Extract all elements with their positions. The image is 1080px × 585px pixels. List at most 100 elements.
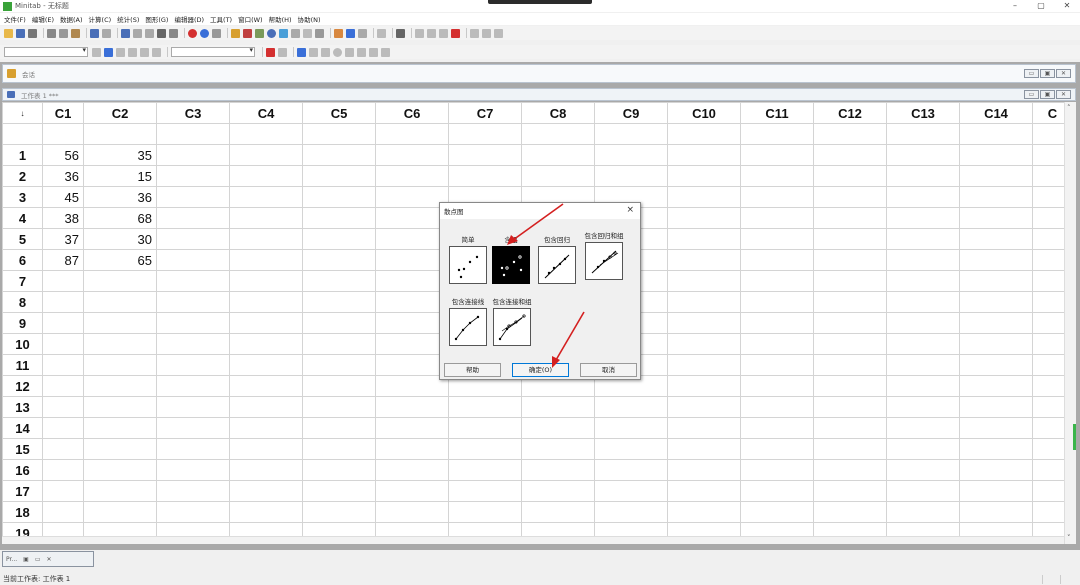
column-header[interactable]: C11 [740,102,814,124]
worksheet-combo[interactable] [4,46,88,57]
cut-icon[interactable] [47,28,56,38]
data-cell[interactable] [375,396,449,418]
simple-scatter-thumbnail[interactable] [449,246,487,284]
data-cell[interactable] [229,228,303,250]
history-icon[interactable] [255,28,264,38]
delete-line-icon[interactable] [482,28,491,38]
open-icon[interactable] [4,28,13,38]
data-cell[interactable] [886,375,960,397]
column-header[interactable]: C1 [42,102,84,124]
data-cell[interactable] [229,417,303,439]
undo-icon[interactable] [90,28,99,38]
data-cell[interactable] [740,249,814,271]
column-name-cell[interactable] [959,123,1033,145]
cancel-icon[interactable] [188,28,197,38]
data-cell[interactable] [302,228,376,250]
data-cell[interactable] [667,291,741,313]
column-name-cell[interactable] [594,123,668,145]
column-name-cell[interactable] [156,123,230,145]
flip-tool-icon[interactable] [152,47,161,57]
data-cell[interactable] [667,438,741,460]
data-cell[interactable] [521,144,595,166]
data-cell[interactable] [521,396,595,418]
data-cell[interactable] [886,207,960,229]
data-cell[interactable] [229,354,303,376]
data-cell[interactable] [83,312,157,334]
data-cell[interactable] [42,333,84,355]
data-cell[interactable] [156,312,230,334]
session-restore-button[interactable]: ▣ [1040,69,1055,78]
column-header[interactable]: C6 [375,102,449,124]
row-down-icon[interactable] [145,28,154,38]
data-cell[interactable] [813,291,887,313]
delete-icon[interactable] [266,47,275,57]
data-cell[interactable] [302,312,376,334]
row-header[interactable]: 3 [2,186,43,208]
data-cell[interactable] [229,480,303,502]
crosshair-tool-icon[interactable] [128,47,137,57]
data-cell[interactable]: 37 [42,228,84,250]
copy-icon[interactable] [59,28,68,38]
column-name-cell[interactable] [448,123,522,145]
data-cell[interactable] [740,270,814,292]
data-cell[interactable] [302,375,376,397]
data-cell[interactable] [156,333,230,355]
data-cell[interactable] [375,417,449,439]
data-cell[interactable] [83,438,157,460]
data-cell[interactable] [229,396,303,418]
data-cell[interactable] [83,480,157,502]
data-cell[interactable] [886,354,960,376]
data-cell[interactable] [302,291,376,313]
data-cell[interactable] [521,501,595,523]
data-cell[interactable] [886,438,960,460]
rectangle-tool-icon[interactable] [321,47,330,57]
zoom-in-icon[interactable] [415,28,424,38]
option-simple[interactable]: 简单 [448,234,488,284]
related-icon[interactable] [303,28,312,38]
data-cell[interactable] [740,165,814,187]
data-cell[interactable] [156,207,230,229]
data-cell[interactable] [959,207,1033,229]
format-icon[interactable] [439,28,448,38]
data-cell[interactable] [959,501,1033,523]
data-cell[interactable] [302,501,376,523]
data-cell[interactable] [229,249,303,271]
data-cell[interactable] [886,396,960,418]
print-icon[interactable] [28,28,37,38]
data-cell[interactable] [302,165,376,187]
menu-calc[interactable]: 计算(C) [89,14,112,24]
column-name-cell[interactable] [229,123,303,145]
data-cell[interactable] [521,165,595,187]
connect-line-thumbnail[interactable] [449,308,487,346]
column-header[interactable]: C9 [594,102,668,124]
data-cell[interactable] [667,270,741,292]
ellipse-tool-icon[interactable] [333,47,342,57]
session-icon[interactable] [231,28,240,38]
line-tool-icon[interactable] [345,47,354,57]
data-cell[interactable] [959,312,1033,334]
data-cell[interactable] [886,291,960,313]
data-cell[interactable]: 36 [42,165,84,187]
data-cell[interactable] [302,396,376,418]
data-cell[interactable] [740,144,814,166]
replace-icon[interactable] [169,28,178,38]
data-cell[interactable] [959,459,1033,481]
data-cell[interactable] [959,438,1033,460]
column-name-cell[interactable] [42,123,84,145]
data-cell[interactable] [667,459,741,481]
menu-tools[interactable]: 工具(T) [210,14,232,24]
data-cell[interactable] [959,354,1033,376]
data-cell[interactable] [740,375,814,397]
data-cell[interactable] [813,228,887,250]
data-cell[interactable] [229,291,303,313]
data-cell[interactable] [42,438,84,460]
maximize-icon[interactable]: ▭ [35,556,41,563]
data-cell[interactable] [448,459,522,481]
insert-icon[interactable] [121,28,130,38]
data-cell[interactable] [813,144,887,166]
data-cell[interactable] [302,354,376,376]
session-window-bar[interactable]: 会话 ▭ ▣ ✕ [2,64,1076,83]
data-cell[interactable] [156,291,230,313]
menu-window[interactable]: 窗口(W) [238,14,263,24]
data-cell[interactable] [42,396,84,418]
